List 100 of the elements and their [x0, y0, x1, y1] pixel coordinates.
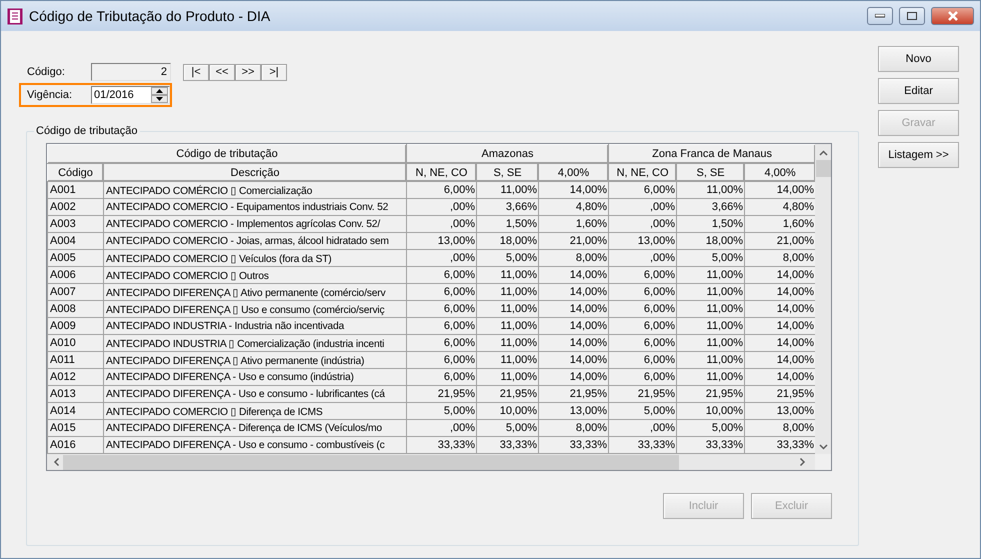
table-cell: 14,00% [538, 368, 609, 386]
maximize-icon [907, 12, 917, 20]
table-cell: 6,00% [406, 266, 477, 284]
horizontal-scrollbar[interactable] [47, 454, 815, 470]
table-cell: 10,00% [476, 402, 539, 420]
column-group-header: Zona Franca de Manaus [608, 144, 815, 164]
column-header[interactable]: 4,00% [744, 164, 815, 182]
table-cell: 5,00% [676, 250, 745, 266]
table-cell: 21,00% [538, 232, 609, 250]
table-cell: 21,95% [676, 386, 745, 402]
table-cell: 11,00% [476, 318, 539, 334]
table-cell: 8,00% [538, 420, 609, 436]
date-field[interactable]: 01/2016 [91, 86, 170, 104]
column-header[interactable]: N, NE, CO [608, 164, 677, 182]
date-value: 01/2016 [94, 89, 134, 101]
close-icon [946, 11, 958, 21]
table-cell: 6,00% [406, 352, 477, 368]
maximize-button[interactable] [899, 7, 925, 25]
navigation-button[interactable]: >> [235, 64, 261, 80]
table-cell: 11,00% [676, 334, 745, 352]
column-header[interactable]: S, SE [676, 164, 745, 182]
table-cell: 3,66% [676, 198, 745, 216]
table-cell: 11,00% [676, 182, 745, 198]
table-cell: A010 [48, 334, 104, 352]
table-cell: 6,00% [406, 182, 477, 198]
table-cell: 8,00% [538, 250, 609, 266]
table-cell: A003 [48, 216, 104, 232]
table-cell: A009 [48, 318, 104, 334]
navigation-button[interactable]: << [209, 64, 235, 80]
table-cell: A007 [48, 284, 104, 300]
column-header[interactable]: Descrição [104, 164, 407, 182]
table-cell: A005 [48, 250, 104, 266]
table-cell: 13,00% [406, 232, 477, 250]
up-triangle-icon [156, 89, 163, 93]
table-cell: 14,00% [538, 284, 609, 300]
table-cell: ,00% [608, 420, 677, 436]
table-cell: 6,00% [608, 266, 677, 284]
table-cell: 11,00% [476, 284, 539, 300]
scroll-down-icon[interactable] [818, 444, 828, 450]
table-cell: 3,66% [476, 198, 539, 216]
table-cell: 10,00% [676, 402, 745, 420]
scroll-up-icon[interactable] [818, 150, 828, 156]
table-cell: ANTECIPADO COMERCIO ▯ Outros [104, 266, 407, 284]
table-cell: 1,60% [538, 216, 609, 232]
table-cell: 21,95% [608, 386, 677, 402]
column-header[interactable]: S, SE [476, 164, 539, 182]
minimize-icon [875, 14, 885, 18]
column-group-header: Amazonas [406, 144, 609, 164]
table-cell: ANTECIPADO INDUSTRIA ▯ Comercialização (industria incenti [104, 334, 407, 352]
table-cell: ANTECIPADO COMERCIO ▯ Veículos (fora da ST) [104, 250, 407, 266]
vertical-scrollbar[interactable] [815, 144, 831, 454]
column-header[interactable]: 4,00% [538, 164, 609, 182]
action-button[interactable]: Listagem >> [878, 142, 959, 168]
table-cell: 21,95% [538, 386, 609, 402]
table-cell: ,00% [608, 216, 677, 232]
table-cell: ANTECIPADO COMERCIO ▯ Diferença de ICMS [104, 402, 407, 420]
table-cell: ANTECIPADO DIFERENÇA ▯ Uso e consumo (comércio/serviç [104, 300, 407, 318]
table-cell: ,00% [608, 250, 677, 266]
scroll-right-icon[interactable] [800, 458, 806, 466]
table-cell: 11,00% [676, 368, 745, 386]
table-cell: A008 [48, 300, 104, 318]
table-cell: A006 [48, 266, 104, 284]
column-header[interactable]: Código [48, 164, 104, 182]
table-cell: 11,00% [676, 284, 745, 300]
table-cell: 11,00% [676, 300, 745, 318]
navigation-button[interactable]: >| [261, 64, 287, 80]
table-cell: 21,95% [406, 386, 477, 402]
table-cell: 14,00% [538, 300, 609, 318]
table-cell: 11,00% [476, 334, 539, 352]
table-cell: ANTECIPADO COMERCIO - Implementos agrícolas Conv. 52/ [104, 216, 407, 232]
close-button[interactable] [931, 7, 974, 25]
table-cell: 6,00% [608, 318, 677, 334]
action-button[interactable]: Editar [878, 78, 959, 104]
scrollbar-thumb[interactable] [63, 454, 679, 470]
column-header[interactable]: N, NE, CO [406, 164, 477, 182]
navigation-button[interactable]: |< [183, 64, 209, 80]
scroll-left-icon[interactable] [54, 458, 60, 466]
scrollbar-thumb[interactable] [816, 160, 830, 177]
table-cell: 13,00% [608, 232, 677, 250]
minimize-button[interactable] [867, 7, 893, 25]
table-cell: 14,00% [538, 318, 609, 334]
table-cell: ,00% [406, 420, 477, 436]
table-cell: 11,00% [676, 318, 745, 334]
table-cell: ANTECIPADO DIFERENÇA ▯ Ativo permanente (comércio/serv [104, 284, 407, 300]
field-label: Vigência: [26, 89, 74, 101]
table-cell: A013 [48, 386, 104, 402]
table-cell: 1,50% [676, 216, 745, 232]
action-button[interactable]: Novo [878, 46, 959, 72]
table-cell: ,00% [406, 198, 477, 216]
table-cell: 11,00% [676, 352, 745, 368]
spin-up-button[interactable] [151, 87, 168, 95]
spin-down-button[interactable] [151, 95, 168, 103]
table-cell: ANTECIPADO COMERCIO - Joias, armas, álcool hidratado sem [104, 232, 407, 250]
table-cell: 6,00% [608, 284, 677, 300]
table-cell: 6,00% [406, 284, 477, 300]
table-cell: 6,00% [608, 334, 677, 352]
table-cell: ,00% [406, 250, 477, 266]
table-cell: ,00% [608, 198, 677, 216]
table-cell: 5,00% [406, 402, 477, 420]
table-cell: A011 [48, 352, 104, 368]
